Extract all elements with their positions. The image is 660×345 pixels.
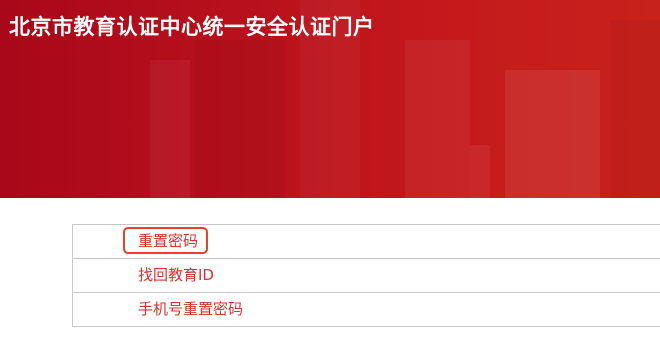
menu-item-phone-reset-password[interactable]: 手机号重置密码 [73,293,660,327]
menu-item-reset-password[interactable]: 重置密码 [73,225,660,259]
banner-decoration [405,40,470,198]
site-title: 北京市教育认证中心统一安全认证门户 [9,15,375,39]
banner-decoration [505,70,600,198]
menu-item-recover-education-id[interactable]: 找回教育ID [73,259,660,293]
page: 北京市教育认证中心统一安全认证门户 重置密码 找回教育ID 手机号重置密码 [0,0,660,345]
account-options-menu: 重置密码 找回教育ID 手机号重置密码 [72,224,660,327]
menu-item-label[interactable]: 重置密码 [138,225,198,258]
menu-item-label[interactable]: 找回教育ID [138,259,214,292]
banner-decoration [610,20,660,198]
banner-decoration [150,60,190,198]
banner-decoration [470,145,490,198]
banner-decoration [195,40,285,198]
header-banner: 北京市教育认证中心统一安全认证门户 [0,0,660,198]
menu-item-label[interactable]: 手机号重置密码 [138,293,243,326]
